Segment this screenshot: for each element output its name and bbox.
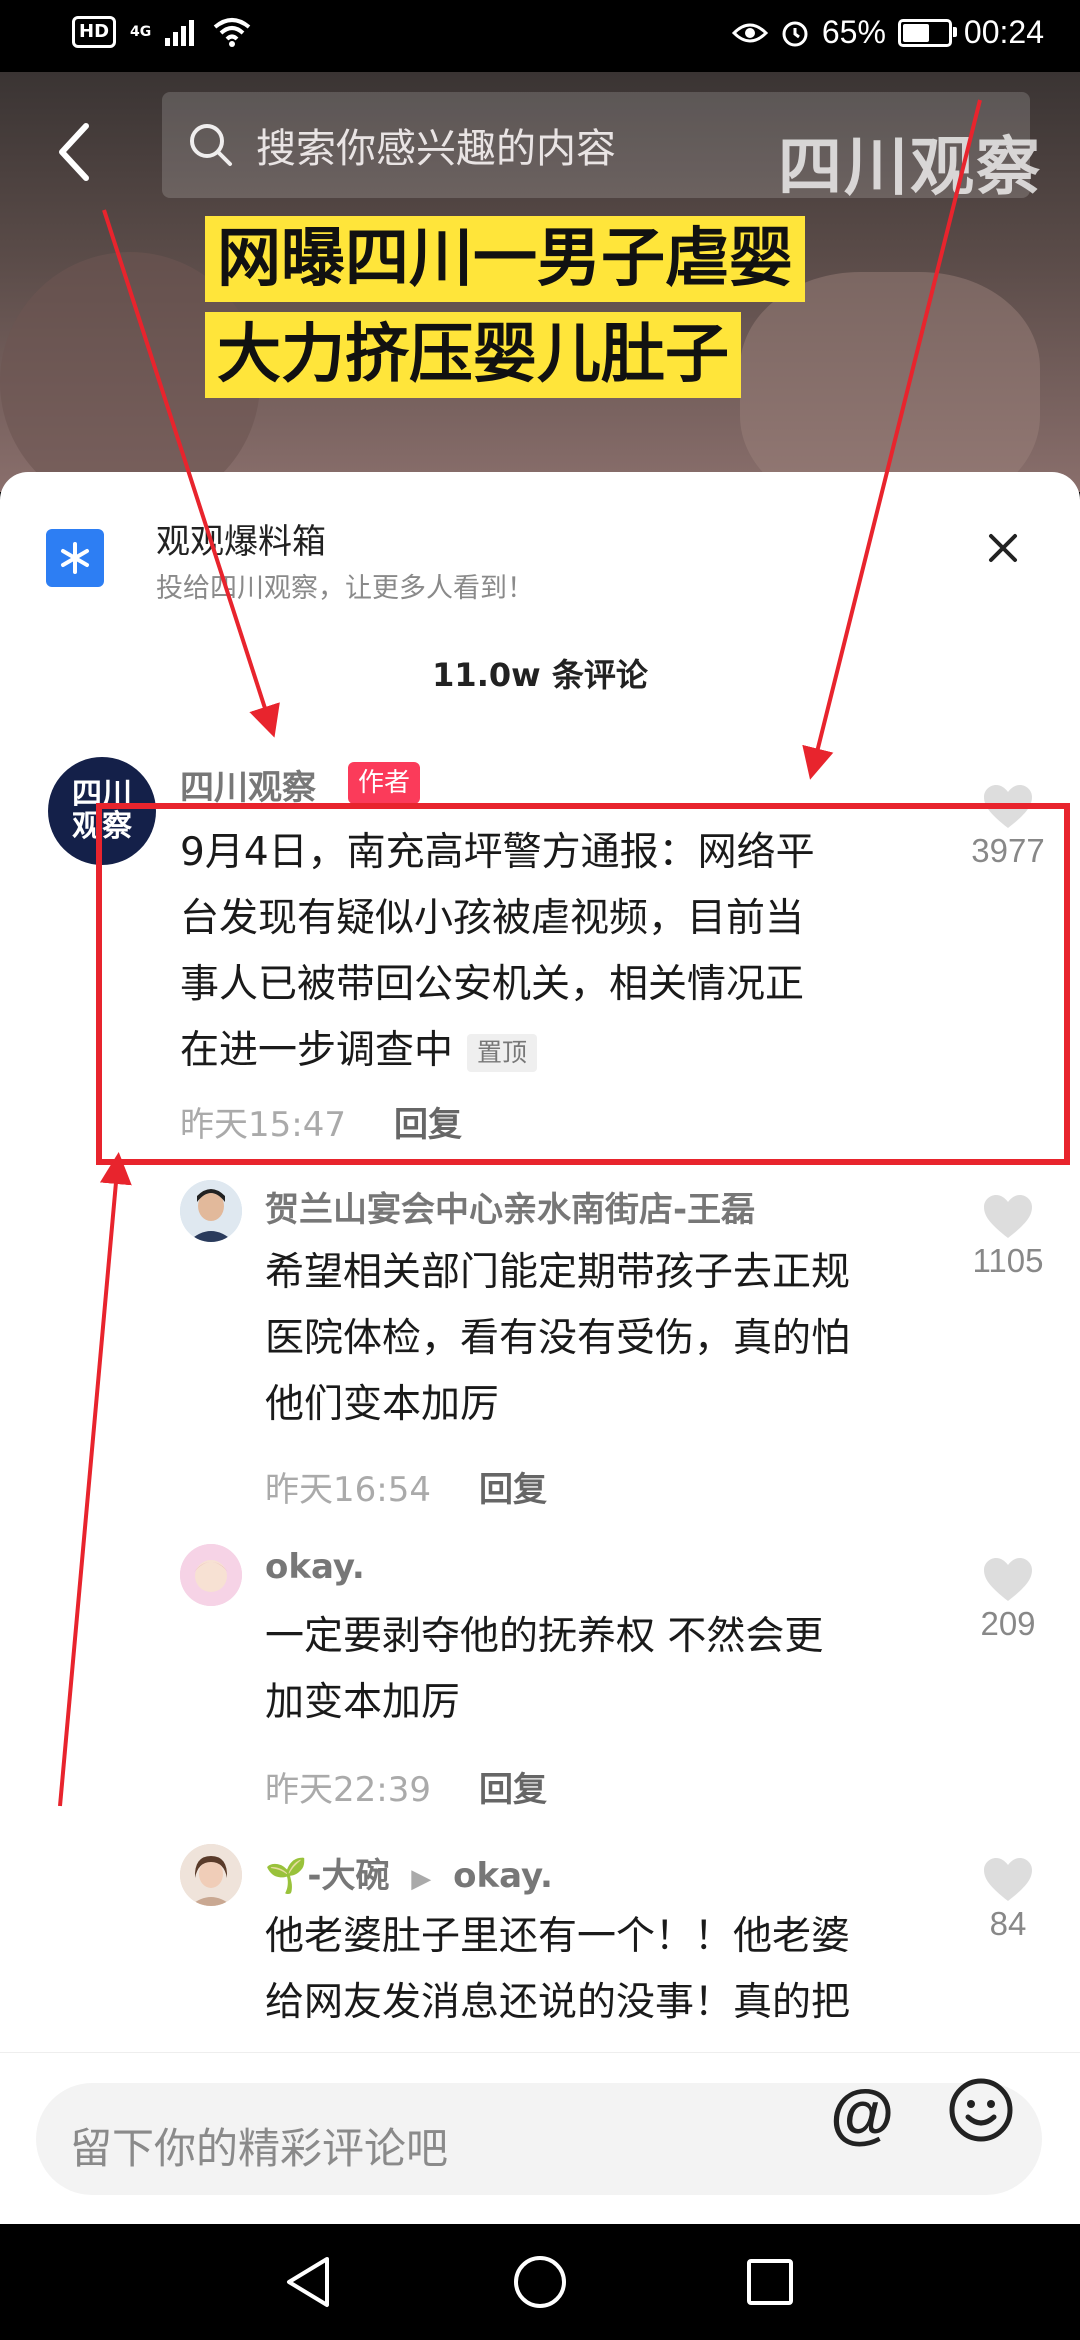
comment-input-bar: 留下你的精彩评论吧 @ [0,2052,1080,2225]
nav-home-icon [514,2256,566,2308]
wifi-icon [213,18,251,47]
emoji-button[interactable] [948,2077,1014,2143]
avatar[interactable] [180,1844,242,1906]
video-headline-2: 大力挤压婴儿肚子 [205,312,741,398]
asterisk-icon [61,542,89,574]
highlight-box [96,803,1070,1165]
comment-meta: 昨天16:54 回复 [265,1462,547,1511]
network-type: 4G [130,24,152,40]
comment-username[interactable]: 四川观察 [180,760,316,809]
promo-icon[interactable] [46,529,104,587]
reply-to-username[interactable]: okay. [453,1856,553,1896]
comment-text: 他老婆肚子里还有一个！！他老婆 给网友发消息还说的没事！真的把 [265,1904,965,2036]
comment-text: 希望相关部门能定期带孩子去正规 医院体检，看有没有受伤，真的怕 他们变本加厉 [265,1240,965,1438]
comment-header: 🌱-大碗 ▶ okay. [265,1848,553,1897]
comment-input-placeholder: 留下你的精彩评论吧 [70,2124,449,2173]
like-count: 84 [989,1905,1027,1942]
comment-meta: 昨天22:39 回复 [265,1762,547,1811]
heart-icon [984,1558,1032,1601]
system-nav-bar [0,2224,1080,2340]
nav-back-icon [287,2257,329,2307]
like-count: 209 [980,1605,1036,1642]
search-input[interactable]: 搜索你感兴趣的内容 [162,92,1030,198]
status-left: HD 4G [72,16,251,48]
comment-line: 医院体检，看有没有受伤，真的怕 [265,1316,851,1361]
like-button[interactable]: 84 [948,1857,1068,1943]
promo-subtitle: 投给四川观察，让更多人看到！ [156,573,534,604]
avatar[interactable] [180,1544,242,1606]
comment-time: 昨天16:54 [265,1470,431,1510]
comment-text: 一定要剥夺他的抚养权 不然会更 加变本加厉 [265,1604,965,1736]
comment-line: 加变本加厉 [265,1680,461,1725]
video-background[interactable]: 四川观察 网曝四川一男子虐婴 大力挤压婴儿肚子 搜索你感兴趣的内容 [0,72,1080,492]
comment-line: 他老婆肚子里还有一个！！他老婆 [265,1914,851,1959]
back-arrow-icon [59,123,89,181]
promo-title[interactable]: 观观爆料箱 [156,514,326,563]
clock: 00:24 [963,14,1044,50]
comment-time: 昨天22:39 [265,1770,431,1810]
avatar-person-icon [180,1180,242,1242]
nav-recent-icon [747,2259,793,2305]
avatar-cartoon-icon [180,1544,242,1606]
reply-button[interactable]: 回复 [479,1770,547,1810]
comment-username[interactable]: okay. [265,1547,365,1587]
comments-count: 11.0w 条评论 [432,656,648,694]
comment-line: 一定要剥夺他的抚养权 不然会更 [265,1614,824,1659]
eye-icon [731,23,768,42]
comment-line: 希望相关部门能定期带孩子去正规 [265,1250,851,1295]
nav-back-button[interactable] [278,2252,338,2312]
like-button[interactable]: 1105 [948,1194,1068,1280]
nav-recent-button[interactable] [740,2252,800,2312]
close-button[interactable] [975,520,1031,576]
comment-line: 给网友发消息还说的没事！真的把 [265,1980,851,2025]
video-headline-1: 网曝四川一男子虐婴 [205,216,805,302]
comment-username[interactable]: 贺兰山宴会中心亲水南街店-王磊 [265,1182,755,1231]
mention-button[interactable]: @ [830,2075,894,2151]
comment-sheet: 观观爆料箱 投给四川观察，让更多人看到！ 11.0w 条评论 四川观察 四川观察… [0,472,1080,2224]
nav-home-button[interactable] [510,2252,570,2312]
battery-percent: 65% [821,14,886,50]
video-blur-right [740,272,1040,492]
comment-username[interactable]: 🌱-大碗 [265,1856,389,1896]
status-bar: HD 4G 65% 00:24 [0,0,1080,72]
search-icon [190,124,232,166]
signal-icon [165,20,195,46]
alarm-icon [782,21,808,46]
avatar-person-icon [180,1844,242,1906]
heart-icon [984,1858,1032,1901]
battery-icon [897,18,957,47]
search-placeholder: 搜索你感兴趣的内容 [256,126,616,172]
emoji-icon [949,2078,1013,2142]
heart-icon [984,1195,1032,1238]
author-badge: 作者 [348,762,421,804]
reply-button[interactable]: 回复 [479,1470,547,1510]
like-button[interactable]: 209 [948,1557,1068,1643]
comment-line: 他们变本加厉 [265,1382,500,1427]
reply-arrow-icon: ▶ [411,1864,432,1894]
like-count: 1105 [972,1242,1044,1279]
hd-badge: HD [72,16,117,48]
avatar[interactable] [180,1180,242,1242]
close-icon [989,534,1017,562]
status-right: 65% 00:24 [731,14,1044,51]
back-button[interactable] [44,112,104,192]
